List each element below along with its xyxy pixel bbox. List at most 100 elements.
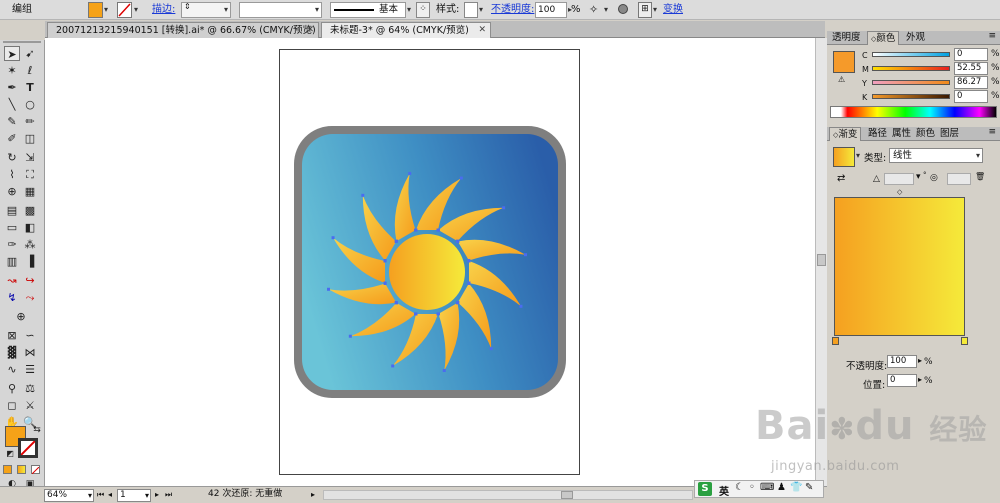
line-tool-icon[interactable]: ╲ bbox=[4, 97, 20, 112]
mesh-tool-icon[interactable]: ▩ bbox=[22, 203, 38, 218]
midpoint-diamond-icon[interactable]: ◇ bbox=[897, 188, 902, 196]
blue-pen-icon[interactable]: ↯ bbox=[4, 290, 20, 305]
align-dropdown-arrow[interactable]: ▾ bbox=[653, 2, 657, 18]
color-mode-icon[interactable] bbox=[3, 465, 12, 474]
aspect-ratio-input[interactable] bbox=[947, 173, 971, 185]
free-transform-tool-icon[interactable]: ⛶ bbox=[22, 167, 38, 182]
artwork-sun-icon[interactable] bbox=[280, 50, 581, 476]
reverse-gradient-icon[interactable]: ⇄ bbox=[837, 173, 845, 184]
target-tool-icon[interactable]: ⊕ bbox=[13, 309, 29, 324]
horizontal-scrollbar[interactable] bbox=[323, 490, 693, 500]
scroll-thumb[interactable] bbox=[561, 491, 573, 499]
blob-brush-tool-icon[interactable]: ✐ bbox=[4, 131, 20, 146]
tab-color-2[interactable]: 颜色 bbox=[913, 127, 938, 141]
symbol-sprayer-tool-icon[interactable]: ⁂ bbox=[22, 237, 38, 252]
channel-y-input[interactable]: 86.27 bbox=[954, 76, 988, 89]
gradient-mode-icon[interactable] bbox=[17, 465, 26, 474]
tab-pathfinder[interactable]: 路径 bbox=[865, 127, 890, 141]
vertical-scrollbar[interactable] bbox=[815, 38, 827, 486]
stroke-label[interactable]: 描边: bbox=[152, 2, 175, 18]
last-page-icon[interactable]: ⏭ bbox=[165, 489, 172, 502]
type-tool-icon[interactable]: T bbox=[22, 80, 38, 95]
gradient-swatch-arrow[interactable]: ▾ bbox=[856, 148, 860, 164]
angle-input[interactable] bbox=[884, 173, 914, 185]
panel-menu-icon[interactable]: ≡ bbox=[988, 127, 996, 137]
next-page-icon[interactable]: ▸ bbox=[155, 489, 159, 502]
first-page-icon[interactable]: ⏮ bbox=[97, 489, 104, 502]
stroke-none-swatch[interactable] bbox=[117, 2, 132, 18]
warp-tool-icon[interactable]: ⌇ bbox=[4, 167, 20, 182]
stop-opacity-input[interactable]: 100 bbox=[887, 355, 917, 368]
artboard-tool-icon[interactable]: ⊠ bbox=[4, 328, 20, 343]
opacity-input[interactable]: 100 bbox=[535, 2, 567, 18]
paintbrush-tool-icon[interactable]: ✎ bbox=[4, 114, 20, 129]
lasso-tool-icon[interactable]: ℓ bbox=[22, 63, 38, 78]
eyedropper-tool-icon[interactable]: ◧ bbox=[22, 220, 38, 235]
recolor-artwork-icon[interactable]: ✧ bbox=[589, 2, 603, 18]
channel-k-input[interactable]: 0 bbox=[954, 90, 988, 103]
status-menu-arrow[interactable]: ▸ bbox=[311, 489, 315, 502]
isolate-group-icon[interactable] bbox=[617, 2, 629, 18]
channel-k-slider[interactable] bbox=[872, 94, 950, 99]
wave-tool-icon[interactable]: ∿ bbox=[4, 362, 20, 377]
tab-appearance[interactable]: 外观 bbox=[903, 31, 928, 45]
red-curve-icon[interactable]: ↪ bbox=[22, 273, 38, 288]
rotate-tool-icon[interactable]: ↻ bbox=[4, 150, 20, 165]
keyboard-icon[interactable]: ⌨ bbox=[760, 482, 774, 493]
pen-tool-icon[interactable]: ✒ bbox=[4, 80, 20, 95]
slice-tool-icon[interactable]: ∽ bbox=[22, 328, 38, 343]
puppet-tool-icon[interactable]: ⋈ bbox=[22, 345, 38, 360]
live-paint-tool-icon[interactable]: ▦ bbox=[22, 184, 38, 199]
panel-menu-icon[interactable]: ≡ bbox=[988, 31, 996, 41]
stop-location-arrow[interactable]: ▸ bbox=[918, 375, 922, 384]
width-tool-icon[interactable]: ▓ bbox=[4, 345, 20, 360]
shirt-icon[interactable]: 👕 bbox=[790, 482, 802, 493]
angle-dropdown-arrow[interactable]: ▾ bbox=[916, 172, 921, 182]
bar-graph-tool-icon[interactable]: ▐ bbox=[22, 254, 38, 269]
channel-c-slider[interactable] bbox=[872, 52, 950, 57]
fill-dropdown-arrow[interactable]: ▾ bbox=[104, 2, 108, 18]
stop-location-input[interactable]: 0 bbox=[887, 374, 917, 387]
user-icon[interactable]: ♟ bbox=[777, 482, 786, 493]
ellipse-tool-icon[interactable]: ○ bbox=[22, 97, 38, 112]
style-dropdown-arrow[interactable]: ▾ bbox=[479, 2, 483, 18]
stroke-weight-field[interactable]: ▾ ⇕ bbox=[181, 2, 231, 18]
perspective-grid-tool-icon[interactable]: ▤ bbox=[4, 203, 20, 218]
stop-opacity-arrow[interactable]: ▸ bbox=[918, 356, 922, 365]
tab-document-1[interactable]: 20071213215940151 [转换].ai* @ 66.67% (CMY… bbox=[47, 22, 319, 38]
direct-selection-tool-icon[interactable]: ➹ bbox=[22, 46, 38, 61]
out-of-gamut-warning-icon[interactable]: ⚠ bbox=[838, 75, 845, 84]
tab-document-2[interactable]: 未标题-3* @ 64% (CMYK/预览) ✕ bbox=[321, 22, 491, 38]
gradient-stop-end[interactable] bbox=[961, 337, 968, 345]
close-icon[interactable]: ✕ bbox=[306, 23, 314, 38]
channel-c-input[interactable]: 0 bbox=[954, 48, 988, 61]
pencil-tool-icon[interactable]: ✏ bbox=[22, 114, 38, 129]
selection-tool-icon[interactable]: ➤ bbox=[4, 46, 20, 61]
graphic-style-swatch[interactable] bbox=[464, 2, 478, 18]
stroke-dropdown-arrow[interactable]: ▾ bbox=[134, 2, 138, 18]
stroke-color-box[interactable] bbox=[18, 438, 38, 458]
punctuation-icon[interactable]: ◦ bbox=[749, 482, 755, 493]
fill-swatch[interactable] bbox=[88, 2, 103, 18]
prev-page-icon[interactable]: ◂ bbox=[108, 489, 112, 502]
ime-language[interactable]: 英 bbox=[719, 483, 729, 498]
wrench-icon[interactable]: ✎ bbox=[805, 482, 813, 493]
sogou-ime-icon[interactable]: S bbox=[698, 482, 712, 496]
shape-builder-tool-icon[interactable]: ⊕ bbox=[4, 184, 20, 199]
brush-definition-dropdown[interactable]: 基本 bbox=[330, 2, 406, 18]
tab-layers[interactable]: 图层 bbox=[937, 127, 962, 141]
delete-stop-icon[interactable]: 🗑 bbox=[975, 172, 985, 181]
zoom-select[interactable]: 64% ▾ bbox=[44, 489, 94, 502]
tab-gradient[interactable]: ◇渐变 bbox=[829, 127, 862, 141]
moon-icon[interactable]: ☾ bbox=[735, 482, 744, 493]
eyedropper-icon[interactable]: ⚲ bbox=[4, 381, 20, 396]
page-select[interactable]: 1 ▾ bbox=[117, 489, 151, 502]
magic-wand-tool-icon[interactable]: ✶ bbox=[4, 63, 20, 78]
column-graph-tool-icon[interactable]: ▥ bbox=[4, 254, 20, 269]
channel-m-input[interactable]: 52.55 bbox=[954, 62, 988, 75]
list-tool-icon[interactable]: ☰ bbox=[22, 362, 38, 377]
align-icon[interactable]: ⊞ bbox=[638, 2, 652, 18]
measure-tool-icon[interactable]: ⚖ bbox=[22, 381, 38, 396]
tab-attributes[interactable]: 属性 bbox=[889, 127, 914, 141]
gradient-stop-start[interactable] bbox=[832, 337, 839, 345]
